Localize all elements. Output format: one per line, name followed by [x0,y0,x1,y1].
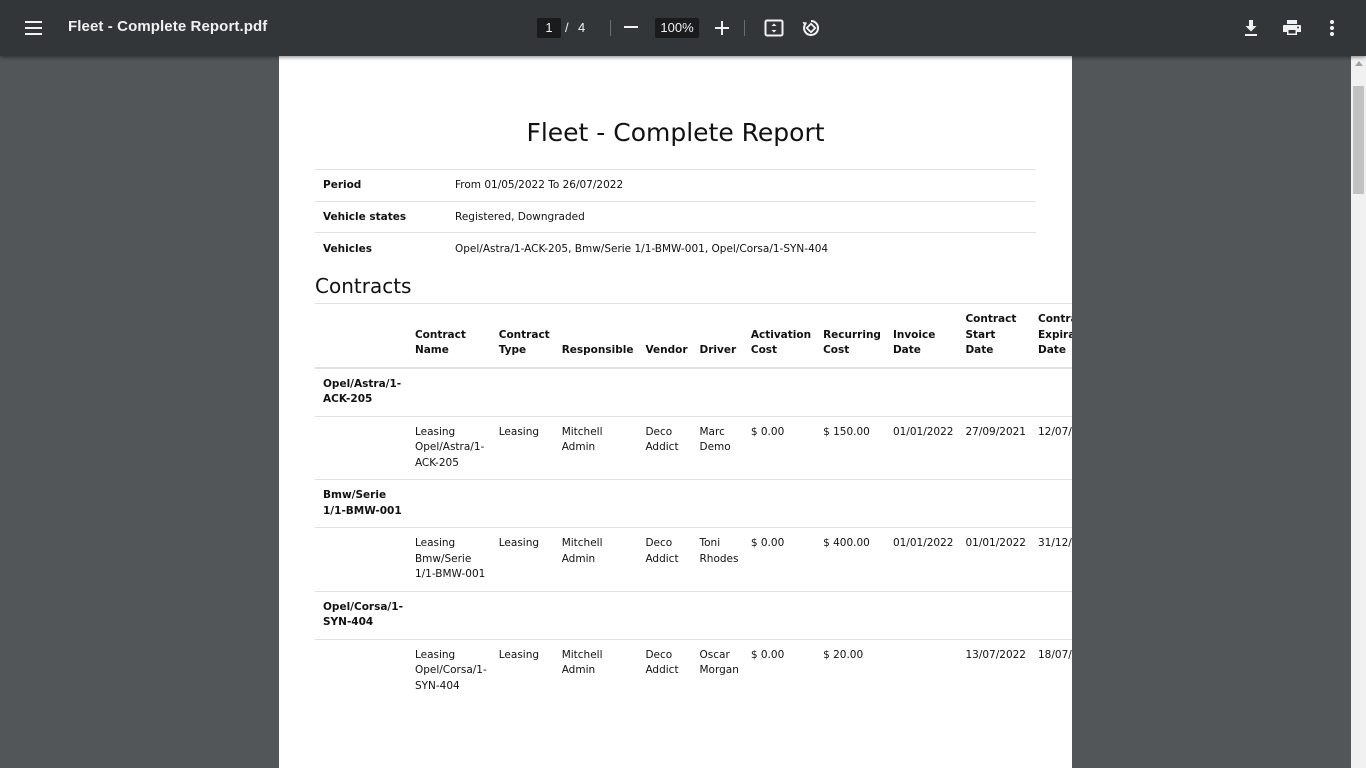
toolbar-divider [610,20,611,36]
table-cell: Leasing Opel/Corsa/1-SYN-404 [406,638,491,702]
table-cell: $ 150.00 [815,415,885,480]
vehicle-name: Opel/Astra/1-ACK-205 [315,367,407,416]
table-cell: 31/12/2022 [1030,527,1072,591]
info-label: Vehicle states [315,200,447,233]
table-cell: $ 0.00 [742,638,816,702]
table-cell: Toni Rhodes [691,527,743,591]
info-value: From 01/05/2022 To 26/07/2022 [447,169,1036,201]
table-cell: Leasing [490,415,554,480]
zoom-in-icon[interactable] [714,20,730,36]
column-header: Invoice Date [884,303,958,369]
group-spacer [406,367,1072,416]
table-cell: 13/07/2022 [957,638,1030,702]
scroll-up-arrow-icon[interactable] [1355,61,1363,66]
scrollbar-thumb[interactable] [1353,86,1364,194]
document-title: Fleet - Complete Report.pdf [68,18,268,35]
zoom-out-icon[interactable] [624,26,638,28]
table-cell: Deco Addict [637,415,692,480]
contracts-heading: Contracts [315,274,412,298]
table-cell: 01/01/2022 [884,415,958,480]
vehicle-name: Opel/Corsa/1-SYN-404 [315,590,407,639]
rotate-icon[interactable] [799,16,823,40]
table-cell: Oscar Morgan [691,638,743,702]
info-row: Vehicles Opel/Astra/1-ACK-205, Bmw/Serie… [315,232,1036,264]
info-label: Period [315,169,447,201]
group-spacer [406,590,1072,639]
column-header: Contract Start Date [957,303,1030,369]
info-row: Vehicle states Registered, Downgraded [315,200,1036,233]
fit-to-page-icon[interactable] [762,16,786,40]
menu-icon[interactable] [21,16,47,40]
contracts-table: Contract Name Contract Type Responsible … [315,303,1072,702]
table-cell [315,638,407,702]
zoom-input[interactable]: 100% [655,18,699,38]
column-header: Vendor [637,303,692,369]
table-cell: Mitchell Admin [553,638,638,702]
table-row: Leasing Bmw/Serie 1/1-BMW-001 Leasing Mi… [315,527,1072,591]
vertical-scrollbar[interactable] [1351,56,1366,768]
vehicle-name: Bmw/Serie 1/1-BMW-001 [315,479,407,528]
page-separator: / [565,20,569,35]
download-icon[interactable] [1239,16,1263,40]
table-cell: $ 0.00 [742,415,816,480]
table-cell: $ 0.00 [742,527,816,591]
print-icon[interactable] [1280,16,1304,40]
table-cell: Deco Addict [637,638,692,702]
table-cell: $ 20.00 [815,638,885,702]
vehicle-group-row: Opel/Astra/1-ACK-205 [315,367,1072,416]
pdf-page: Fleet - Complete Report Period From 01/0… [279,56,1072,768]
table-cell [315,527,407,591]
table-cell: Leasing [490,638,554,702]
column-header [315,303,407,369]
info-value: Opel/Astra/1-ACK-205, Bmw/Serie 1/1-BMW-… [447,232,1036,264]
table-cell: Leasing [490,527,554,591]
more-options-icon[interactable] [1320,16,1344,40]
table-cell: Deco Addict [637,527,692,591]
column-header: Activation Cost [742,303,816,369]
table-cell: 27/09/2021 [957,415,1030,480]
vehicle-group-row: Bmw/Serie 1/1-BMW-001 [315,479,1072,528]
column-header: Contract Name [406,303,491,369]
table-cell: Mitchell Admin [553,527,638,591]
column-header: Contract Type [490,303,554,369]
info-row: Period From 01/05/2022 To 26/07/2022 [315,169,1036,201]
info-value: Registered, Downgraded [447,200,1036,233]
table-cell: Leasing Bmw/Serie 1/1-BMW-001 [406,527,491,591]
page-number-input[interactable]: 1 [537,18,561,38]
report-title: Fleet - Complete Report [526,118,825,147]
table-cell: Mitchell Admin [553,415,638,480]
info-label: Vehicles [315,232,447,264]
table-cell: Leasing Opel/Astra/1-ACK-205 [406,415,491,480]
toolbar-divider [744,20,745,36]
page-total: 4 [578,20,586,35]
group-spacer [406,479,1072,528]
table-cell: 01/01/2022 [957,527,1030,591]
table-cell: 12/07/2022 [1030,415,1072,480]
table-cell: 01/01/2022 [884,527,958,591]
column-header: Driver [691,303,743,369]
table-header-row: Contract Name Contract Type Responsible … [315,303,1072,369]
report-info-table: Period From 01/05/2022 To 26/07/2022 Veh… [315,169,1036,264]
table-row: Leasing Opel/Corsa/1-SYN-404 Leasing Mit… [315,638,1072,702]
table-cell: 18/07/2022 [1030,638,1072,702]
table-cell: $ 400.00 [815,527,885,591]
table-cell: Marc Demo [691,415,743,480]
pdf-toolbar: Fleet - Complete Report.pdf 1 / 4 100% [0,0,1366,56]
table-row: Leasing Opel/Astra/1-ACK-205 Leasing Mit… [315,415,1072,480]
table-cell [884,638,958,702]
table-cell [315,415,407,480]
column-header: Recurring Cost [815,303,885,369]
column-header: Contract Expiration Date [1030,303,1072,369]
vehicle-group-row: Opel/Corsa/1-SYN-404 [315,590,1072,639]
column-header: Responsible [553,303,638,369]
